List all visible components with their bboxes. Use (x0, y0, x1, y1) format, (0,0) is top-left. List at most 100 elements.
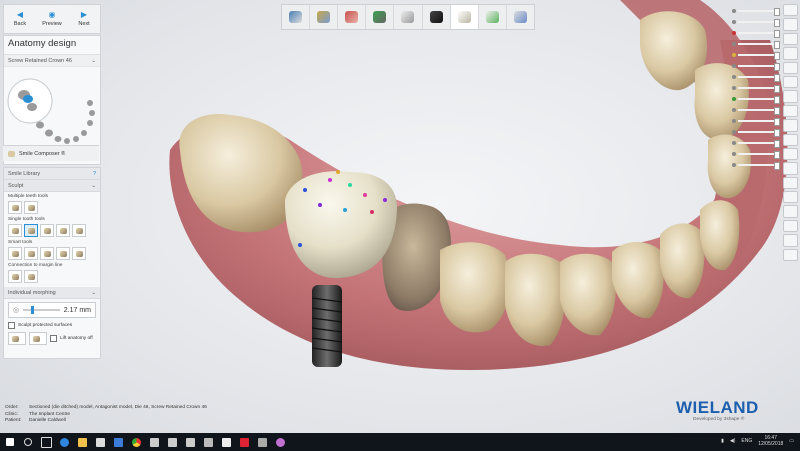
network-icon[interactable]: ▮ (721, 438, 724, 444)
visibility-row[interactable] (732, 105, 780, 115)
help-button[interactable] (783, 248, 798, 262)
single-tool-4[interactable] (56, 224, 70, 237)
visibility-row[interactable] (732, 127, 780, 137)
visibility-row[interactable] (732, 138, 780, 148)
edge-app[interactable] (57, 433, 71, 451)
visibility-row[interactable] (732, 28, 780, 38)
view-back-button[interactable] (783, 61, 798, 74)
volume-icon[interactable]: ◀) (730, 438, 736, 444)
margin-tool-1[interactable] (8, 270, 22, 283)
smart-tool-4[interactable] (56, 247, 70, 260)
visibility-row[interactable] (732, 39, 780, 49)
language-indicator[interactable]: ENG (741, 438, 752, 444)
explorer-app[interactable] (75, 433, 89, 451)
lift-anatomy-checkbox[interactable] (50, 335, 57, 342)
color-button[interactable] (783, 176, 798, 190)
slider-thumb[interactable] (31, 306, 35, 314)
visibility-row[interactable] (732, 116, 780, 126)
single-tool-1[interactable] (8, 224, 22, 237)
tool-pen-button[interactable] (282, 5, 311, 29)
app-6[interactable] (237, 433, 251, 451)
tool-model-button[interactable] (338, 5, 367, 29)
search-button[interactable] (21, 433, 35, 451)
morph-size-slider[interactable]: ◎ 2.17 mm (8, 302, 96, 318)
smart-tool-2[interactable] (24, 247, 38, 260)
visibility-row[interactable] (732, 50, 780, 60)
app-7[interactable] (255, 433, 269, 451)
protected-surfaces-option[interactable]: Sculpt protected surfaces (4, 321, 100, 330)
3d-viewport[interactable] (0, 0, 800, 433)
task-view-button[interactable] (39, 433, 53, 451)
view-front-button[interactable] (783, 4, 798, 17)
chrome-app[interactable] (129, 433, 143, 451)
view-left-button[interactable] (783, 32, 798, 46)
help-icon[interactable]: ? (93, 171, 96, 177)
view-top-button[interactable] (783, 18, 798, 31)
settings-button[interactable] (783, 234, 798, 247)
preview-button[interactable]: ◉ Preview (36, 5, 68, 33)
clock[interactable]: 16:47 12/05/2018 (758, 435, 783, 447)
app-4[interactable] (201, 433, 215, 451)
face-button[interactable] (783, 119, 798, 132)
section-button[interactable] (783, 90, 798, 103)
view-bottom-button[interactable] (783, 75, 798, 89)
smart-tool-3[interactable] (40, 247, 54, 260)
app-2[interactable] (165, 433, 179, 451)
app-8[interactable] (273, 433, 287, 451)
app-5[interactable] (219, 433, 233, 451)
visibility-row[interactable] (732, 83, 780, 93)
restoration-select[interactable]: Screw Retained Crown 46 ⌄ (4, 55, 100, 67)
sculpt-header[interactable]: Sculpt ⌄ (4, 180, 100, 192)
clip-button[interactable] (783, 133, 798, 146)
order-info: Order: Sectioned (die ditched) model, Ant… (5, 405, 207, 423)
tool-crown-blue-button[interactable] (507, 5, 534, 29)
camera-button[interactable] (783, 162, 798, 175)
morphing-header[interactable]: Individual morphing ⌄ (4, 287, 100, 299)
single-tool-2[interactable] (24, 224, 38, 237)
smart-tool-1[interactable] (8, 247, 22, 260)
visibility-row[interactable] (732, 61, 780, 71)
visibility-row[interactable] (732, 149, 780, 159)
visibility-row[interactable] (732, 6, 780, 16)
tool-points-button[interactable] (310, 5, 339, 29)
store-app[interactable] (93, 433, 107, 451)
start-button[interactable] (3, 433, 17, 451)
single-tool-3[interactable] (40, 224, 54, 237)
notifications-icon[interactable]: ▭ (789, 438, 794, 444)
tool-dark-tooth-button[interactable] (423, 5, 451, 29)
layers-button[interactable] (783, 205, 798, 218)
folder-icon (77, 437, 87, 447)
tool-tooth-button[interactable] (394, 5, 423, 29)
screenshot-button[interactable] (783, 219, 798, 233)
crown-blue-icon (513, 11, 527, 23)
tool-crown-green-button[interactable] (479, 5, 507, 29)
visibility-row[interactable] (732, 160, 780, 170)
tool-crown-button[interactable] (450, 5, 479, 29)
app-1[interactable] (147, 433, 161, 451)
visibility-row[interactable] (732, 94, 780, 104)
arrow-left-icon: ◀ (16, 10, 24, 19)
view-mode-tool-2[interactable] (29, 332, 47, 345)
margin-tool-2[interactable] (24, 270, 38, 283)
sculpt-panel: Smile Library ? Sculpt ⌄ Multiple teeth … (3, 167, 101, 359)
transparency-button[interactable] (783, 191, 798, 204)
smile-composer-row[interactable]: Smile Composer ® (3, 145, 99, 161)
view-mode-tool[interactable] (8, 332, 26, 345)
visibility-row[interactable] (732, 72, 780, 82)
visibility-row[interactable] (732, 17, 780, 27)
next-button[interactable]: ▶ Next (68, 5, 100, 33)
grid-button[interactable] (783, 147, 798, 161)
single-tool-5[interactable] (72, 224, 86, 237)
multi-tool-1[interactable] (8, 201, 22, 214)
app-3[interactable] (183, 433, 197, 451)
multi-tool-2[interactable] (24, 201, 38, 214)
view-right-button[interactable] (783, 47, 798, 60)
dark-tooth-icon (429, 11, 443, 23)
protected-checkbox[interactable] (8, 322, 15, 329)
back-button[interactable]: ◀ Back (4, 5, 36, 33)
smart-tool-5[interactable] (72, 247, 86, 260)
smile-library-header[interactable]: Smile Library ? (4, 168, 100, 180)
tool-implant-button[interactable] (366, 5, 395, 29)
mail-app[interactable] (111, 433, 125, 451)
measure-button[interactable] (783, 104, 798, 118)
